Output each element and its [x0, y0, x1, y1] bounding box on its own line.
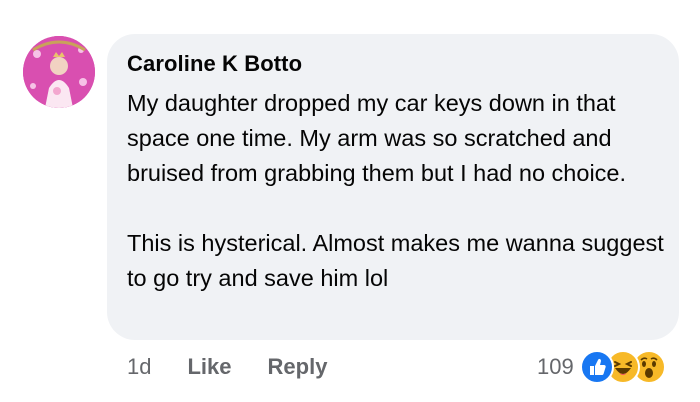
comment-actions: 1d Like Reply: [127, 349, 327, 385]
reaction-count: 109: [537, 354, 574, 379]
timestamp[interactable]: 1d: [127, 354, 151, 380]
like-icon: [579, 350, 614, 384]
reply-button[interactable]: Reply: [268, 354, 328, 380]
author-name[interactable]: Caroline K Botto: [127, 51, 302, 77]
reactions-summary[interactable]: 109: [537, 348, 670, 386]
comment-paragraph: My daughter dropped my car keys down in …: [127, 90, 627, 186]
comment-bubble: Caroline K Botto My daughter dropped my …: [107, 34, 679, 340]
avatar[interactable]: [23, 36, 95, 108]
like-button[interactable]: Like: [187, 354, 231, 380]
comment: Caroline K Botto My daughter dropped my …: [0, 0, 700, 402]
comment-text: My daughter dropped my car keys down in …: [127, 86, 667, 296]
comment-paragraph: This is hysterical. Almost makes me wann…: [127, 230, 664, 291]
reaction-icons: [579, 348, 670, 386]
